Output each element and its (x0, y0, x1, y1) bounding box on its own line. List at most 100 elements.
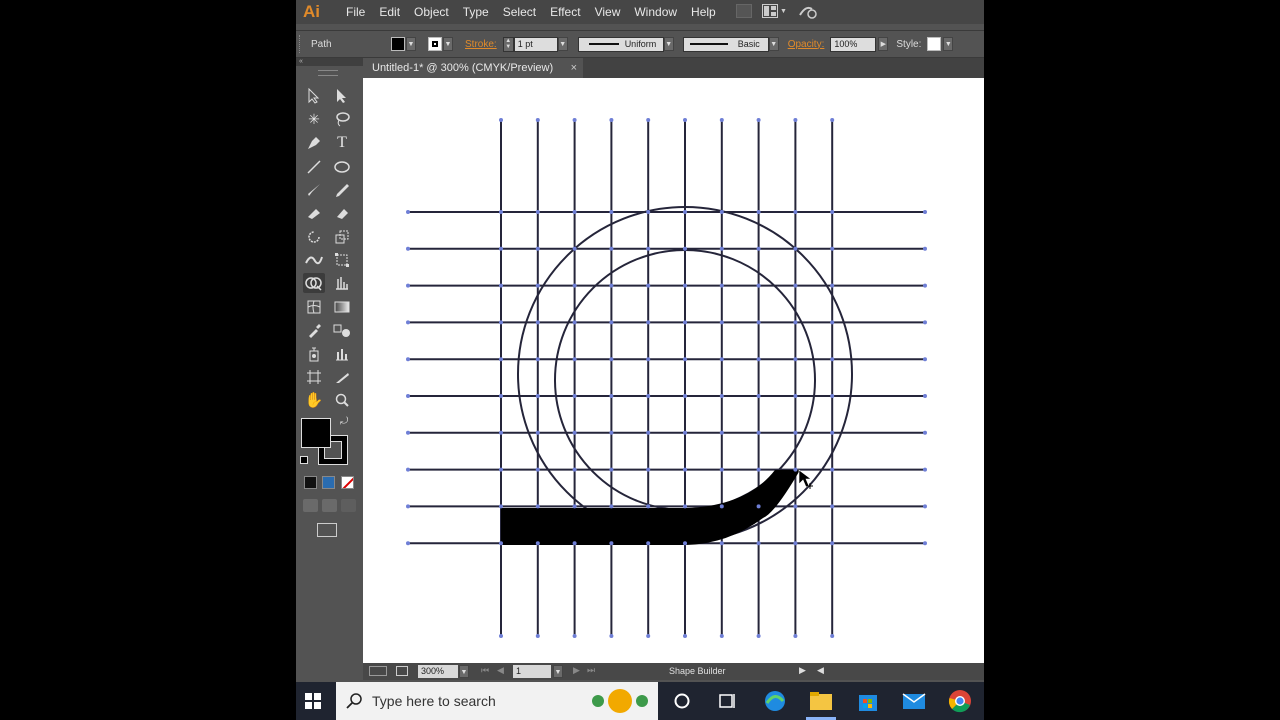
anchor-point[interactable] (572, 504, 577, 509)
anchor-point[interactable] (535, 394, 540, 398)
anchor-point[interactable] (406, 357, 410, 362)
anchor-point[interactable] (572, 467, 577, 472)
artboard[interactable] (363, 78, 984, 663)
direct-selection-tool-icon[interactable] (331, 86, 353, 106)
anchor-point[interactable] (830, 394, 835, 398)
arrange-documents-icon[interactable]: ▼ (762, 3, 788, 19)
anchor-point[interactable] (923, 504, 927, 509)
stroke-weight-dropdown[interactable]: ▼ (557, 37, 568, 51)
anchor-point[interactable] (499, 430, 503, 435)
anchor-point[interactable] (830, 283, 835, 288)
anchor-point[interactable] (572, 118, 577, 122)
gradient-tool-icon[interactable] (331, 297, 353, 317)
anchor-point[interactable] (406, 430, 410, 435)
anchor-point[interactable] (646, 634, 651, 638)
artboard-dropdown[interactable]: ▼ (553, 665, 563, 678)
anchor-point[interactable] (499, 467, 503, 472)
anchor-point[interactable] (646, 467, 651, 472)
anchor-point[interactable] (793, 320, 798, 325)
menu-help[interactable]: Help (684, 5, 723, 19)
stroke-dropdown[interactable]: ▼ (443, 37, 453, 51)
chrome-browser-icon[interactable] (948, 689, 972, 713)
anchor-point[interactable] (499, 634, 503, 638)
draw-normal-icon[interactable] (303, 499, 318, 512)
width-tool-icon[interactable] (303, 250, 325, 270)
anchor-point[interactable] (499, 283, 503, 288)
anchor-point[interactable] (535, 634, 540, 638)
anchor-point[interactable] (756, 467, 761, 472)
pencil-tool-icon[interactable] (331, 180, 353, 200)
anchor-point[interactable] (499, 394, 503, 398)
anchor-point[interactable] (406, 246, 410, 251)
anchor-point[interactable] (683, 210, 687, 214)
color-mode-button[interactable] (304, 476, 317, 489)
opacity-field[interactable]: 100% (830, 36, 877, 52)
anchor-point[interactable] (499, 210, 503, 214)
stroke-swatch[interactable] (428, 37, 442, 51)
anchor-point[interactable] (572, 210, 577, 214)
free-transform-tool-icon[interactable] (331, 250, 353, 270)
column-graph-tool-icon[interactable] (331, 344, 353, 364)
anchor-point[interactable] (646, 357, 651, 362)
anchor-point[interactable] (683, 504, 687, 509)
cortana-icon[interactable] (670, 689, 694, 713)
anchor-point[interactable] (683, 283, 687, 288)
fill-color-box[interactable] (301, 418, 331, 448)
anchor-point[interactable] (923, 320, 927, 325)
anchor-point[interactable] (719, 634, 724, 638)
slice-tool-icon[interactable] (331, 367, 353, 387)
anchor-point[interactable] (646, 504, 651, 509)
anchor-point[interactable] (793, 394, 798, 398)
anchor-point[interactable] (683, 634, 687, 638)
anchor-point[interactable] (756, 504, 761, 509)
paintbrush-tool-icon[interactable] (303, 180, 325, 200)
anchor-point[interactable] (683, 320, 687, 325)
anchor-point[interactable] (609, 541, 614, 546)
anchor-point[interactable] (923, 394, 927, 398)
fill-dropdown[interactable]: ▼ (406, 37, 416, 51)
anchor-point[interactable] (719, 430, 724, 435)
anchor-point[interactable] (609, 504, 614, 509)
anchor-point[interactable] (793, 634, 798, 638)
anchor-point[interactable] (406, 541, 410, 546)
anchor-point[interactable] (646, 430, 651, 435)
anchor-point[interactable] (719, 394, 724, 398)
artboard-tool-icon[interactable] (303, 367, 325, 387)
eraser-tool-icon[interactable] (331, 203, 353, 223)
anchor-point[interactable] (719, 357, 724, 362)
status-menu-arrow-icon[interactable]: ▶ (799, 665, 806, 676)
anchor-point[interactable] (535, 283, 540, 288)
anchor-point[interactable] (683, 541, 687, 546)
swap-fill-stroke-icon[interactable]: ⤾ (340, 416, 348, 427)
anchor-point[interactable] (756, 634, 761, 638)
anchor-point[interactable] (535, 430, 540, 435)
anchor-point[interactable] (756, 118, 761, 122)
anchor-point[interactable] (572, 246, 577, 251)
blend-tool-icon[interactable] (331, 320, 353, 340)
anchor-point[interactable] (499, 504, 503, 509)
anchor-point[interactable] (719, 283, 724, 288)
anchor-point[interactable] (719, 467, 724, 472)
anchor-point[interactable] (793, 504, 798, 509)
anchor-point[interactable] (793, 283, 798, 288)
anchor-point[interactable] (719, 504, 724, 509)
selection-tool-icon[interactable] (303, 86, 325, 106)
anchor-point[interactable] (609, 430, 614, 435)
anchor-point[interactable] (683, 430, 687, 435)
anchor-point[interactable] (830, 430, 835, 435)
anchor-point[interactable] (406, 210, 410, 214)
bridge-icon[interactable] (736, 4, 752, 18)
anchor-point[interactable] (646, 283, 651, 288)
anchor-point[interactable] (535, 467, 540, 472)
anchor-point[interactable] (499, 246, 503, 251)
file-explorer-icon[interactable] (809, 689, 833, 713)
artboard-nav-icon[interactable] (369, 666, 387, 676)
anchor-point[interactable] (609, 467, 614, 472)
anchor-point[interactable] (646, 541, 651, 546)
anchor-point[interactable] (406, 320, 410, 325)
blob-brush-tool-icon[interactable] (303, 203, 325, 223)
gpu-performance-icon[interactable] (798, 3, 820, 19)
anchor-point[interactable] (793, 118, 798, 122)
microsoft-store-icon[interactable] (856, 689, 880, 713)
anchor-point[interactable] (830, 357, 835, 362)
